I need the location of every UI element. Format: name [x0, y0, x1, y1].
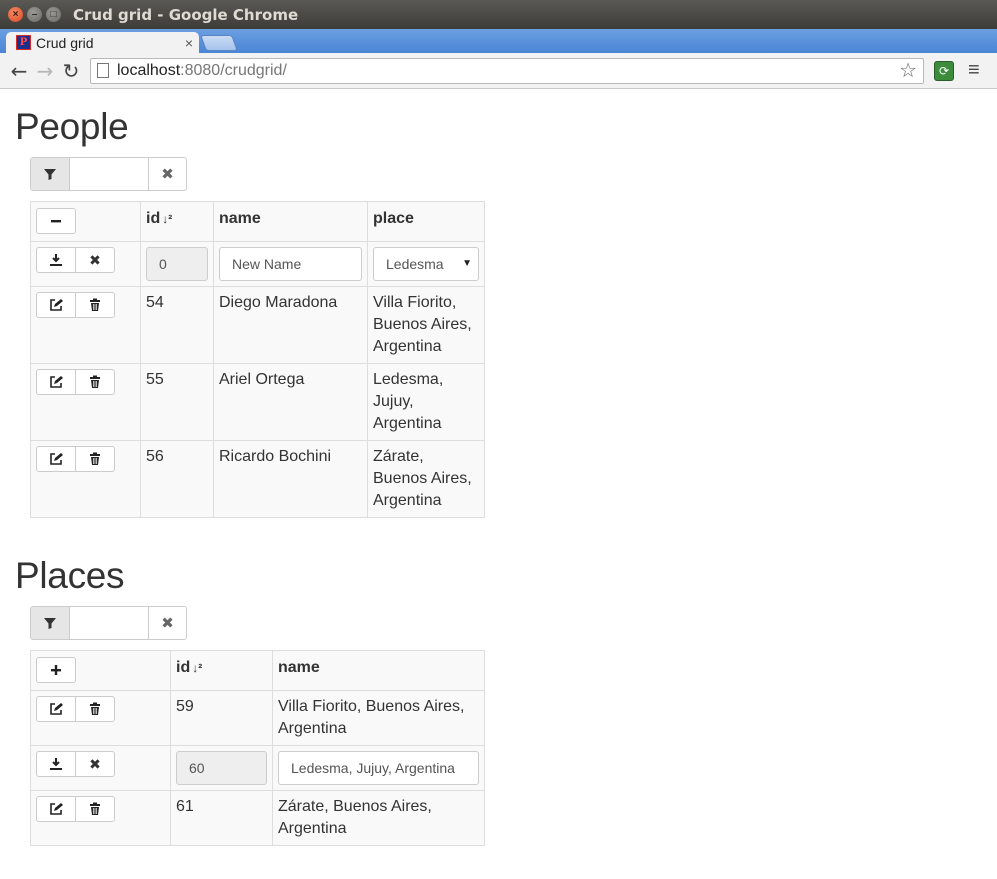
column-header-id[interactable]: id ↓² — [170, 650, 273, 691]
tab-close-icon[interactable]: × — [185, 35, 193, 51]
column-header-place[interactable]: place — [367, 201, 485, 242]
window-titlebar: × – □ Crud grid - Google Chrome — [0, 0, 997, 29]
cell-id: 56 — [140, 440, 214, 518]
place-select[interactable]: Ledesma ▼ — [373, 247, 479, 281]
cell-name: Ricardo Bochini — [213, 440, 368, 518]
edit-row: ✖ 60 Ledesma, Jujuy, Argentina — [30, 745, 485, 791]
table-row: 59 Villa Fiorito, Buenos Aires, Argentina — [30, 690, 485, 746]
cancel-icon[interactable]: ✖ — [75, 247, 115, 273]
clear-icon[interactable]: ✖ — [148, 158, 186, 190]
edit-icon[interactable] — [36, 796, 76, 822]
new-tab-button[interactable] — [200, 35, 238, 51]
back-icon[interactable]: ← — [6, 58, 32, 84]
places-filter-input[interactable] — [70, 607, 148, 639]
table-row: 55 Ariel Ortega Ledesma, Jujuy, Argentina — [30, 363, 485, 441]
minus-icon[interactable] — [36, 208, 76, 234]
extension-icon[interactable]: ⟳ — [934, 60, 954, 81]
people-filter: ✖ — [30, 157, 187, 191]
cell-place: Ledesma, Jujuy, Argentina — [367, 363, 485, 441]
page-content: People ✖ id ↓² name place ✖ 0 New Name L… — [0, 107, 997, 846]
bookmark-star-icon[interactable]: ☆ — [899, 58, 917, 83]
table-row: 61 Zárate, Buenos Aires, Argentina — [30, 790, 485, 846]
cell-id: 59 — [170, 690, 273, 746]
window-close-button[interactable]: × — [8, 7, 23, 22]
cell-place: Zárate, Buenos Aires, Argentina — [367, 440, 485, 518]
table-header-row: id ↓² name place — [30, 201, 485, 242]
trash-icon[interactable] — [75, 796, 115, 822]
column-header-name[interactable]: name — [213, 201, 368, 242]
favicon-icon: P — [16, 35, 31, 50]
edit-icon[interactable] — [36, 696, 76, 722]
table-header-row: id ↓² name — [30, 650, 485, 691]
window-maximize-button[interactable]: □ — [46, 7, 61, 22]
url-path: :8080/crudgrid/ — [180, 61, 287, 79]
trash-icon[interactable] — [75, 292, 115, 318]
save-icon[interactable] — [36, 751, 76, 777]
trash-icon[interactable] — [75, 446, 115, 472]
forward-icon[interactable]: → — [32, 58, 58, 84]
actions-header — [30, 650, 171, 691]
table-row: 56 Ricardo Bochini Zárate, Buenos Aires, A… — [30, 440, 485, 518]
cell-id: 55 — [140, 363, 214, 441]
url-host: localhost — [117, 61, 181, 79]
browser-tab[interactable]: P Crud grid × — [6, 32, 199, 53]
edit-icon[interactable] — [36, 369, 76, 395]
cell-id: 54 — [140, 286, 214, 364]
places-table: id ↓² name 59 Villa Fiorito, Buenos Aire… — [30, 650, 485, 846]
new-name-input[interactable]: New Name — [219, 247, 362, 281]
cell-id: 61 — [170, 790, 273, 846]
new-id-field: 0 — [146, 247, 208, 281]
places-filter: ✖ — [30, 606, 187, 640]
trash-icon[interactable] — [75, 696, 115, 722]
sort-numeric-asc-icon: ↓² — [162, 212, 173, 226]
column-header-id[interactable]: id ↓² — [140, 201, 214, 242]
window-controls: × – □ — [0, 7, 61, 22]
new-row: ✖ 0 New Name Ledesma ▼ — [30, 241, 485, 287]
people-filter-input[interactable] — [70, 158, 148, 190]
place-select-value: Ledesma — [386, 256, 444, 272]
actions-header — [30, 201, 141, 242]
page-icon — [97, 63, 109, 78]
save-icon[interactable] — [36, 247, 76, 273]
cell-name: Zárate, Buenos Aires, Argentina — [272, 790, 485, 846]
people-table: id ↓² name place ✖ 0 New Name Ledesma ▼ … — [30, 201, 485, 518]
people-title: People — [15, 106, 129, 147]
cancel-icon[interactable]: ✖ — [75, 751, 115, 777]
trash-icon[interactable] — [75, 369, 115, 395]
filter-icon[interactable] — [31, 607, 70, 639]
clear-icon[interactable]: ✖ — [148, 607, 186, 639]
window-minimize-button[interactable]: – — [27, 7, 42, 22]
edit-icon[interactable] — [36, 446, 76, 472]
cell-name: Villa Fiorito, Buenos Aires, Argentina — [272, 690, 485, 746]
edit-id-field: 60 — [176, 751, 267, 785]
edit-name-input[interactable]: Ledesma, Jujuy, Argentina — [278, 751, 479, 785]
chevron-down-icon: ▼ — [462, 258, 472, 269]
sort-numeric-asc-icon: ↓² — [192, 661, 203, 675]
cell-name: Diego Maradona — [213, 286, 368, 364]
edit-icon[interactable] — [36, 292, 76, 318]
chrome-menu-icon[interactable]: ≡ — [968, 59, 980, 82]
address-bar[interactable]: localhost:8080/crudgrid/ ☆ — [90, 57, 924, 84]
table-row: 54 Diego Maradona Villa Fiorito, Buenos A… — [30, 286, 485, 364]
cell-name: Ariel Ortega — [213, 363, 368, 441]
tab-strip: P Crud grid × — [0, 29, 997, 53]
browser-toolbar: ← → ↻ localhost:8080/crudgrid/ ☆ ⟳ ≡ — [0, 53, 997, 89]
window-title: Crud grid - Google Chrome — [73, 6, 299, 24]
plus-icon[interactable] — [36, 657, 76, 683]
places-title: Places — [15, 555, 125, 596]
cell-place: Villa Fiorito, Buenos Aires, Argentina — [367, 286, 485, 364]
reload-icon[interactable]: ↻ — [58, 58, 84, 84]
tab-title: Crud grid — [36, 34, 94, 51]
column-header-name[interactable]: name — [272, 650, 485, 691]
filter-icon[interactable] — [31, 158, 70, 190]
